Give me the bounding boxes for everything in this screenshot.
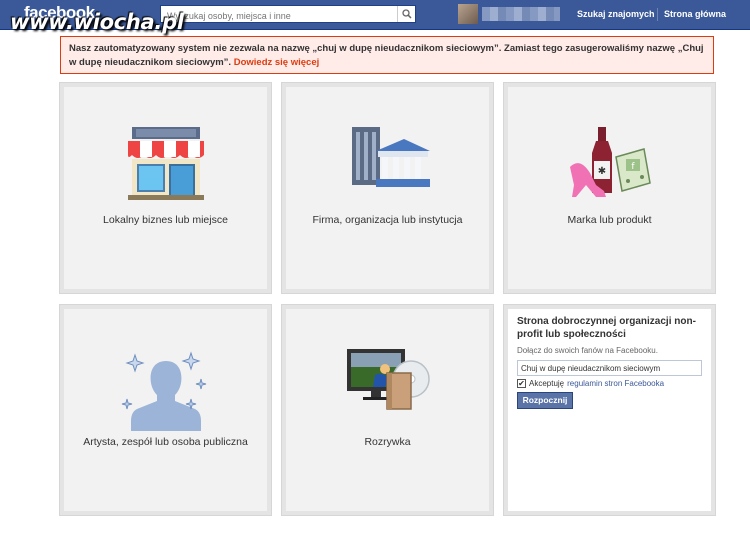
tile-company[interactable]: Firma, organizacja lub instytucja	[281, 82, 494, 294]
search-input[interactable]	[161, 8, 391, 24]
nav-divider	[657, 8, 658, 21]
terms-row: ✔ Akceptuję regulamin stron Facebooka	[517, 379, 664, 388]
page-name-input[interactable]	[517, 360, 702, 376]
learn-more-link[interactable]: Dowiedz się więcej	[234, 57, 320, 68]
public-figure-icon	[64, 349, 267, 431]
avatar[interactable]	[458, 4, 478, 24]
tile-label: Marka lub produkt	[567, 214, 652, 226]
search-icon[interactable]	[397, 6, 415, 22]
storefront-icon	[64, 127, 267, 207]
brand-products-icon: ✱ f	[508, 127, 711, 207]
tile-artist[interactable]: Artysta, zespół lub osoba publiczna	[59, 304, 272, 516]
buildings-icon	[286, 127, 489, 207]
notice-text: Nasz zautomatyzowany system nie zezwala …	[69, 43, 704, 68]
error-notice: Nasz zautomatyzowany system nie zezwala …	[60, 36, 714, 74]
watermark: www.wiocha.pl	[10, 10, 184, 34]
charity-title: Strona dobroczynnej organizacji non-prof…	[517, 316, 696, 340]
charity-subtitle: Dołącz do swoich fanów na Facebooku.	[517, 346, 658, 355]
accept-label: Akceptuję	[529, 379, 565, 388]
tile-label: Firma, organizacja lub instytucja	[312, 214, 463, 226]
svg-text:✱: ✱	[597, 166, 605, 177]
tile-label: Lokalny biznes lub miejsce	[103, 214, 228, 226]
username-blurred[interactable]	[482, 7, 560, 21]
search-box[interactable]	[160, 5, 416, 24]
tile-entertainment[interactable]: Rozrywka	[281, 304, 494, 516]
tile-local-business[interactable]: Lokalny biznes lub miejsce	[59, 82, 272, 294]
entertainment-icon	[286, 349, 489, 429]
tile-brand[interactable]: ✱ f Marka lub produkt	[503, 82, 716, 294]
accept-checkbox[interactable]: ✔	[517, 379, 526, 388]
find-friends-link[interactable]: Szukaj znajomych	[577, 9, 655, 19]
tile-label: Artysta, zespół lub osoba publiczna	[83, 436, 248, 448]
terms-link[interactable]: regulamin stron Facebooka	[567, 379, 664, 388]
start-button[interactable]: Rozpocznij	[517, 392, 573, 409]
tile-label: Rozrywka	[364, 436, 411, 448]
charity-panel: Strona dobroczynnej organizacji non-prof…	[503, 304, 716, 516]
home-link[interactable]: Strona główna	[664, 9, 726, 19]
